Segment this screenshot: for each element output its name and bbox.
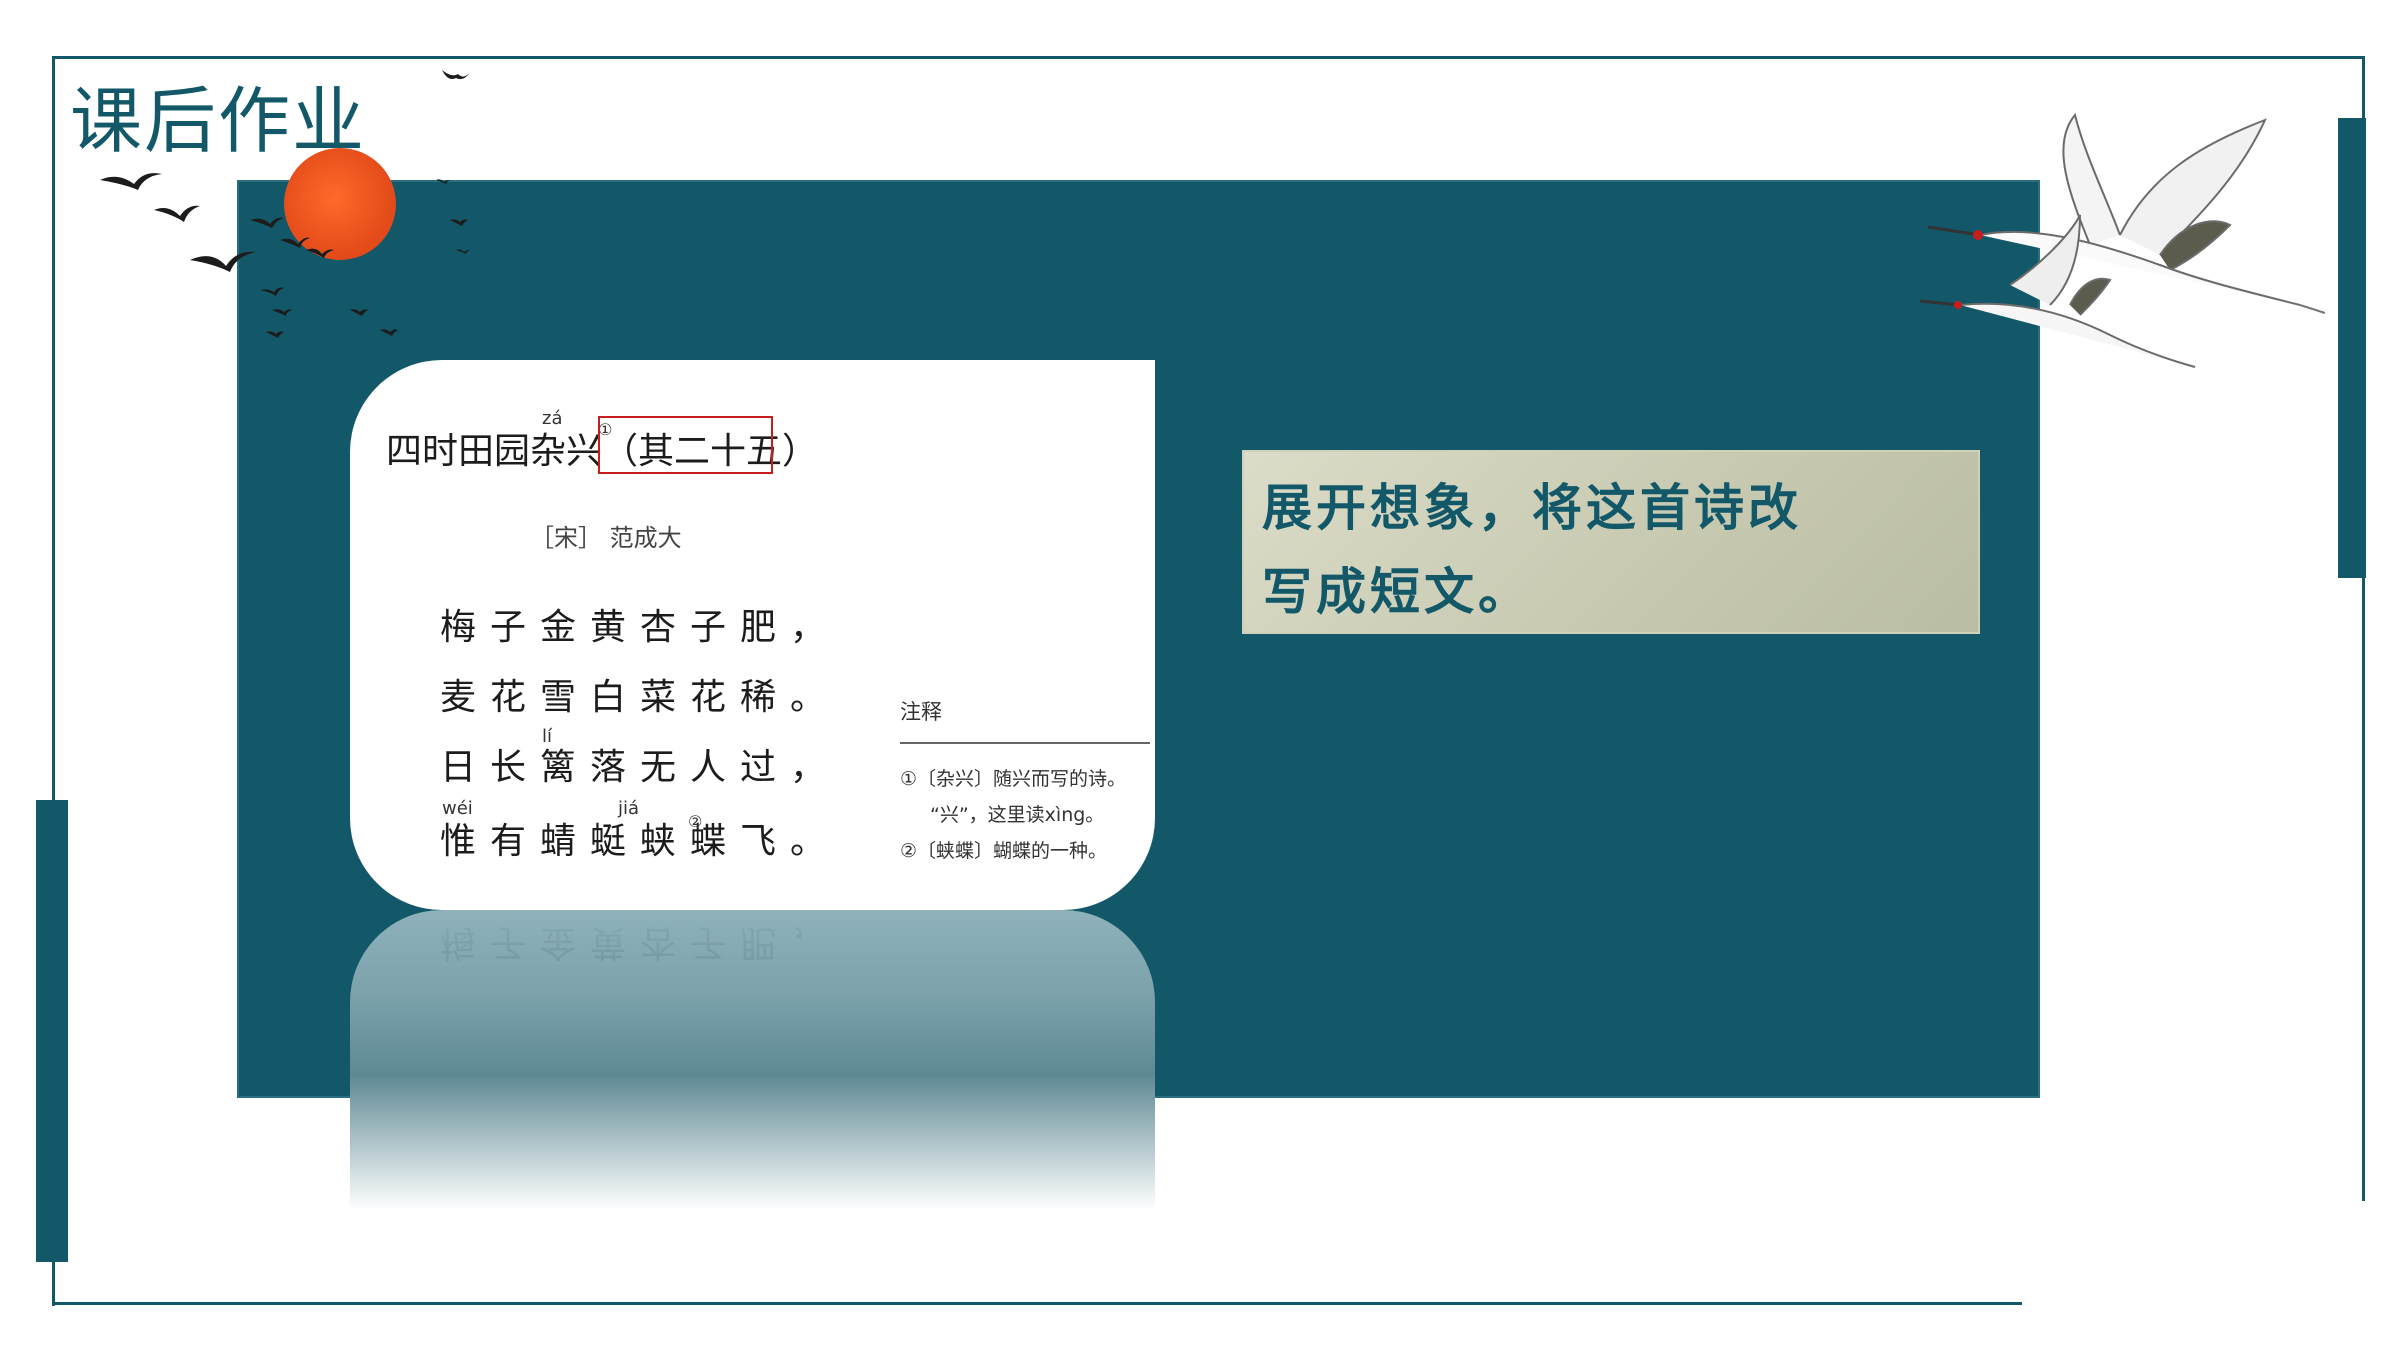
poem-line-4: 惟有蜻蜓蛱蝶飞。 bbox=[440, 821, 841, 862]
notes-divider bbox=[900, 742, 1150, 744]
reflection-line-1: 梅子金黄杏子肥， bbox=[440, 922, 841, 963]
poem-author: ［宋］ 范成大 bbox=[530, 524, 682, 552]
poem-line-1: 梅子金黄杏子肥， bbox=[440, 607, 841, 648]
highlight-box bbox=[598, 416, 773, 474]
right-accent-bar bbox=[2338, 118, 2366, 578]
frame-bottom-line bbox=[52, 1302, 2022, 1305]
note-2: ②〔蛱蝶〕蝴蝶的一种。 bbox=[900, 840, 1108, 862]
poem-card: zá 四时田园杂兴（其二十五） ① ［宋］ 范成大 梅子金黄杏子肥， 麦花雪白菜… bbox=[350, 360, 1155, 910]
crane-icon bbox=[1920, 112, 2326, 368]
note-1: ①〔杂兴〕随兴而写的诗。 bbox=[900, 768, 1127, 790]
bird-flock-icon bbox=[100, 70, 470, 338]
poem-card-reflection: 梅子金黄杏子肥， 麦花雪白菜花稀。 日长篱落无人过， 惟有蜻蜓蛱蝶飞。 注释 ①… bbox=[350, 910, 1155, 1210]
line4-note-mark: ② bbox=[688, 812, 703, 831]
task-line-2: 写成短文。 bbox=[1262, 562, 1532, 621]
frame-top-line bbox=[52, 56, 2364, 59]
notes-title: 注释 bbox=[900, 700, 942, 724]
task-line-1: 展开想象，将这首诗改 bbox=[1262, 478, 1802, 537]
poem-line-3: 日长篱落无人过， bbox=[440, 747, 841, 788]
note-1-cont: “兴”，这里读xìng。 bbox=[930, 804, 1105, 826]
left-accent-bar bbox=[36, 800, 68, 1262]
task-box: 展开想象，将这首诗改 写成短文。 bbox=[1242, 450, 1980, 634]
poem-line-2: 麦花雪白菜花稀。 bbox=[440, 677, 841, 718]
poem-title-main: 四时田园杂兴 bbox=[386, 431, 603, 472]
